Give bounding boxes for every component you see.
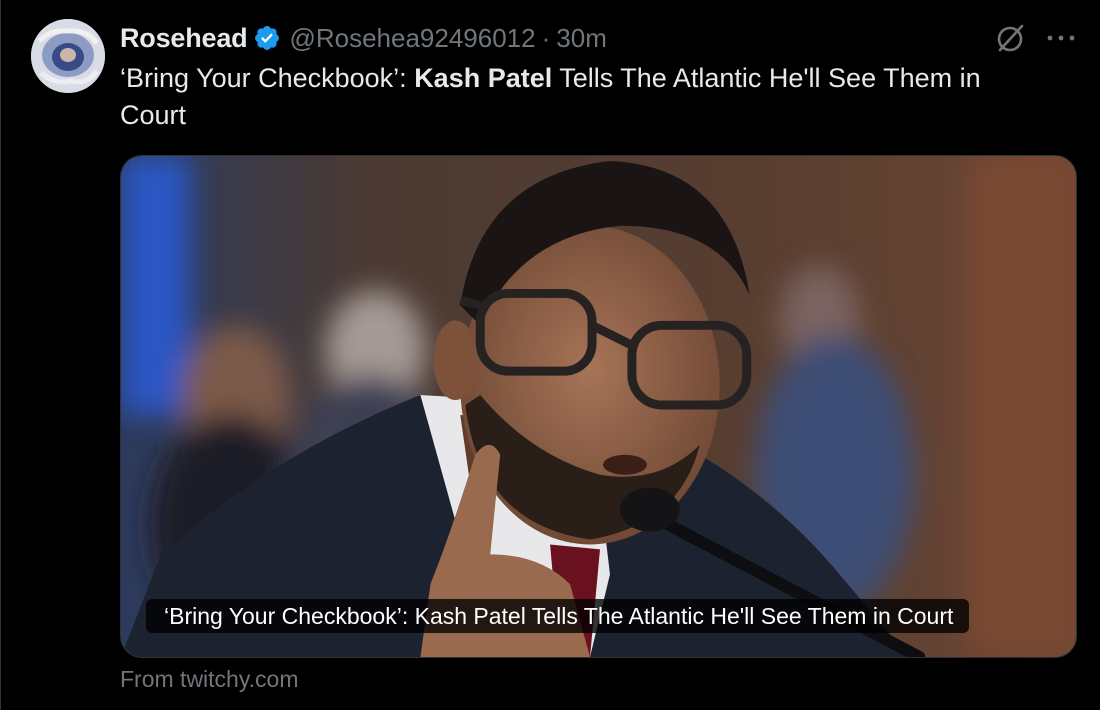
tweet-header: Rosehead @Rosehea92496012 · 30m [120, 20, 607, 56]
avatar-image [31, 19, 105, 93]
tweet-text-part1: ‘Bring Your Checkbook’: [120, 63, 415, 93]
verified-badge-icon[interactable] [253, 24, 281, 52]
tweet-text: ‘Bring Your Checkbook’: Kash Patel Tells… [120, 60, 1050, 134]
tweet[interactable]: Rosehead @Rosehea92496012 · 30m ‘Bring Y… [0, 0, 1100, 710]
card-image[interactable] [121, 156, 1076, 657]
timestamp[interactable]: 30m [556, 23, 607, 54]
grok-icon[interactable] [994, 22, 1026, 54]
avatar[interactable] [31, 19, 105, 93]
more-icon[interactable] [1046, 34, 1076, 42]
timeline-divider [0, 0, 1, 710]
display-name[interactable]: Rosehead [120, 23, 248, 54]
card-caption: ‘Bring Your Checkbook’: Kash Patel Tells… [146, 599, 970, 633]
separator-dot: · [541, 22, 551, 53]
tweet-text-bold: Kash Patel [414, 63, 553, 93]
link-card[interactable]: ‘Bring Your Checkbook’: Kash Patel Tells… [120, 155, 1077, 658]
card-source[interactable]: From twitchy.com [120, 666, 298, 693]
handle[interactable]: @Rosehea92496012 [289, 23, 535, 54]
